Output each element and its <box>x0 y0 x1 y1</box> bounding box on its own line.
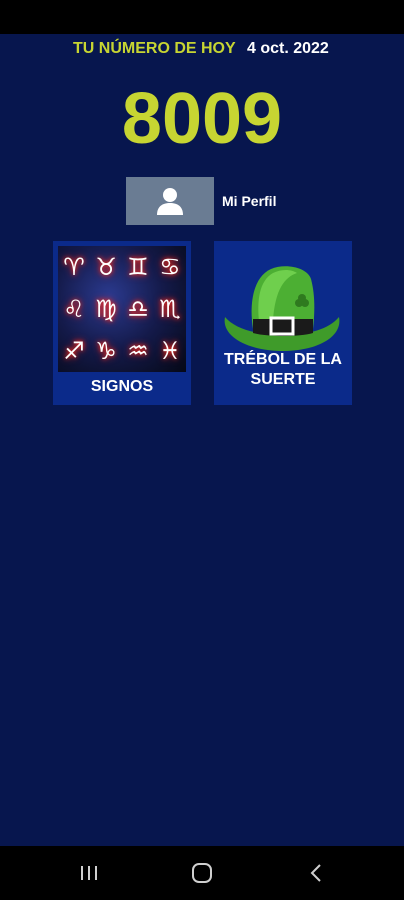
zodiac-glyph-1: ♈ <box>63 253 85 281</box>
trebol-label-line-2: SUERTE <box>250 371 316 388</box>
zodiac-glyph-7: ♎ <box>127 295 149 323</box>
zodiac-glyph-6: ♍ <box>95 295 117 323</box>
zodiac-glyph-11: ♒ <box>127 337 149 365</box>
zodiac-glyph-9: ♐ <box>63 337 85 365</box>
recents-button[interactable] <box>69 858 109 888</box>
person-icon <box>157 188 183 215</box>
trebol-label: TRÉBOL DE LA SUERTE <box>214 350 352 390</box>
zodiac-signs-icon: ♈ ♉ ♊ ♋ ♌ ♍ ♎ ♏ ♐ ♑ ♒ ♓ <box>58 246 186 372</box>
zodiac-glyph-5: ♌ <box>63 295 85 323</box>
profile-label[interactable]: Mi Perfil <box>222 193 276 209</box>
profile-button[interactable] <box>126 177 214 225</box>
signos-label: SIGNOS <box>90 378 154 395</box>
signos-tile[interactable]: ♈ ♉ ♊ ♋ ♌ ♍ ♎ ♏ ♐ ♑ ♒ ♓ SIGNOS <box>53 241 191 405</box>
home-button[interactable] <box>182 858 222 888</box>
zodiac-glyph-8: ♏ <box>159 295 181 323</box>
header: TU NÚMERO DE HOY 4 oct. 2022 <box>0 40 404 62</box>
daily-number-label: TU NÚMERO DE HOY <box>73 40 236 57</box>
status-bar <box>0 0 404 34</box>
trebol-label-line-1: TRÉBOL DE LA <box>224 351 342 368</box>
app-screen: TU NÚMERO DE HOY 4 oct. 2022 8009 Mi Per… <box>0 34 404 846</box>
zodiac-glyph-10: ♑ <box>95 337 117 365</box>
back-icon <box>310 864 321 882</box>
zodiac-glyph-12: ♓ <box>159 337 181 365</box>
zodiac-glyph-2: ♉ <box>95 253 117 281</box>
date-label: 4 oct. 2022 <box>247 40 329 57</box>
daily-number: 8009 <box>121 79 283 159</box>
back-button[interactable] <box>296 858 336 888</box>
zodiac-glyph-4: ♋ <box>159 253 181 281</box>
recents-icon <box>81 866 97 880</box>
trebol-tile[interactable]: TRÉBOL DE LA SUERTE <box>214 241 352 405</box>
zodiac-glyph-3: ♊ <box>127 253 149 281</box>
navigation-bar <box>0 846 404 900</box>
home-icon <box>192 863 212 883</box>
